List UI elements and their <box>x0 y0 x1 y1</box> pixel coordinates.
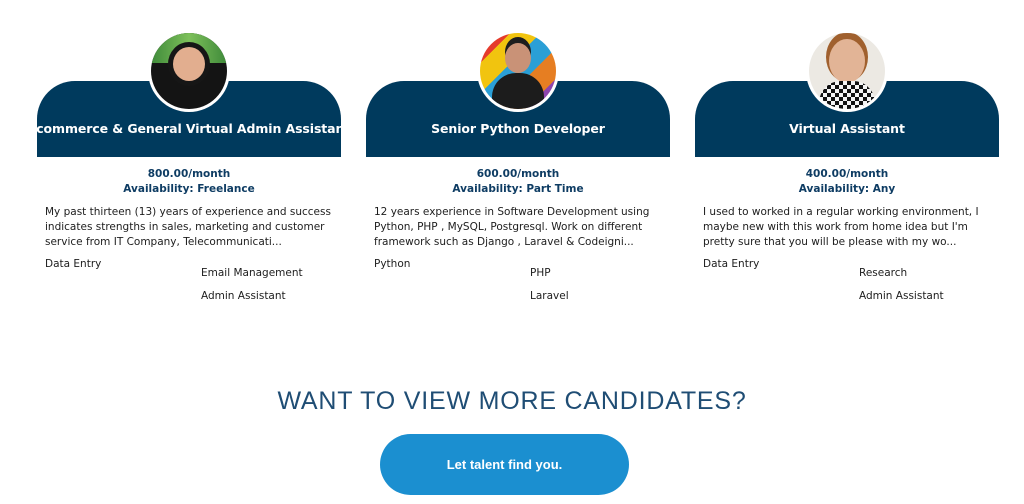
candidate-avatar[interactable] <box>148 30 230 112</box>
skill-tag: Laravel <box>530 290 569 302</box>
candidate-description: 12 years experience in Software Developm… <box>374 206 650 248</box>
candidate-description: I used to worked in a regular working en… <box>703 206 979 248</box>
candidate-card[interactable]: Virtual Assistant 400.00/month Availabil… <box>695 0 999 330</box>
candidate-rate: 600.00/month <box>476 168 560 180</box>
candidate-card[interactable]: Ecommerce & General Virtual Admin Assist… <box>28 0 350 330</box>
candidate-title[interactable]: Senior Python Developer <box>431 121 605 136</box>
skill-tag: Data Entry <box>45 258 102 270</box>
candidate-avatar[interactable] <box>477 30 559 112</box>
candidate-title[interactable]: Virtual Assistant <box>789 121 905 136</box>
candidate-availability: Availability: Freelance <box>123 183 255 195</box>
candidate-description: My past thirteen (13) years of experienc… <box>45 206 331 248</box>
candidate-availability: Availability: Part Time <box>452 183 584 195</box>
skill-tag: Data Entry <box>703 258 760 270</box>
candidate-availability: Availability: Any <box>798 183 896 195</box>
skill-tag: Email Management <box>201 267 303 279</box>
candidate-rate: 800.00/month <box>147 168 231 180</box>
skill-tag: Admin Assistant <box>859 290 944 302</box>
candidate-rate: 400.00/month <box>805 168 889 180</box>
let-talent-find-you-button[interactable]: Let talent find you. <box>380 434 629 495</box>
skill-tag: Python <box>374 258 411 270</box>
cta-heading: WANT TO VIEW MORE CANDIDATES? <box>277 386 747 415</box>
candidate-cards: Ecommerce & General Virtual Admin Assist… <box>0 0 1024 330</box>
candidate-avatar[interactable] <box>806 30 888 112</box>
skill-tag: Research <box>859 267 908 279</box>
skill-tag: Admin Assistant <box>201 290 286 302</box>
candidate-title[interactable]: Ecommerce & General Virtual Admin Assist… <box>28 121 350 136</box>
candidate-card[interactable]: Senior Python Developer 600.00/month Ava… <box>366 0 670 330</box>
skill-tag: PHP <box>530 267 551 279</box>
